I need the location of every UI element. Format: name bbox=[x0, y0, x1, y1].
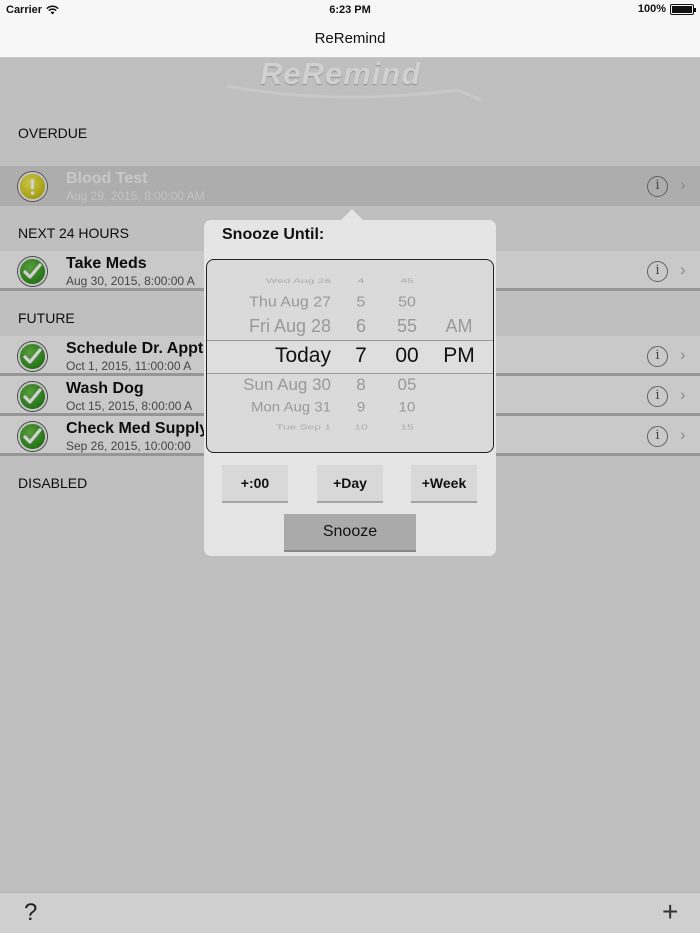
snooze-button[interactable]: Snooze bbox=[284, 514, 416, 552]
picker-ampm-option[interactable]: AM bbox=[439, 316, 479, 337]
picker-minute-option[interactable]: 45 bbox=[392, 278, 422, 285]
nav-title: ReRemind bbox=[314, 30, 386, 47]
help-button[interactable]: ? bbox=[24, 899, 37, 927]
picker-minute-option[interactable]: 05 bbox=[392, 375, 422, 395]
picker-date-option[interactable]: Fri Aug 28 bbox=[249, 316, 331, 337]
picker-date-option[interactable]: Thu Aug 27 bbox=[249, 295, 331, 311]
status-time: 6:23 PM bbox=[329, 4, 371, 16]
picker-minute-selected[interactable]: 00 bbox=[392, 344, 422, 368]
navigation-bar: ReRemind bbox=[0, 20, 700, 58]
add-week-button[interactable]: +Week bbox=[411, 465, 477, 503]
battery-percent: 100% bbox=[637, 3, 666, 15]
picker-hour-option[interactable]: 8 bbox=[349, 375, 373, 395]
picker-hour-option[interactable]: 9 bbox=[349, 400, 373, 415]
picker-hour-option[interactable]: 10 bbox=[349, 423, 373, 431]
picker-minute-option[interactable]: 10 bbox=[392, 400, 422, 415]
picker-hour-option[interactable]: 6 bbox=[349, 316, 373, 337]
picker-date-option[interactable]: Tue Sep 1 bbox=[276, 423, 331, 431]
date-time-picker[interactable]: Wed Aug 26 Thu Aug 27 Fri Aug 28 Today S… bbox=[206, 259, 494, 453]
add-zero-minutes-button[interactable]: +:00 bbox=[222, 465, 288, 503]
picker-hour-option[interactable]: 4 bbox=[349, 278, 373, 285]
picker-date-option[interactable]: Sun Aug 30 bbox=[243, 375, 331, 395]
bottom-toolbar: ? + bbox=[0, 892, 700, 933]
popover-arrow bbox=[341, 209, 363, 220]
picker-date-selected[interactable]: Today bbox=[275, 344, 331, 368]
picker-date-option[interactable]: Wed Aug 26 bbox=[266, 278, 331, 285]
status-bar: Carrier 6:23 PM 100% bbox=[0, 0, 700, 20]
battery-status: 100% bbox=[637, 3, 696, 15]
add-reminder-button[interactable]: + bbox=[662, 896, 678, 928]
picker-ampm-selected[interactable]: PM bbox=[439, 344, 479, 368]
picker-minute-option[interactable]: 15 bbox=[392, 423, 422, 431]
snooze-popover: Snooze Until: Wed Aug 26 Thu Aug 27 Fri … bbox=[204, 220, 496, 556]
battery-icon bbox=[670, 3, 696, 15]
picker-date-option[interactable]: Mon Aug 31 bbox=[251, 400, 331, 415]
picker-hour-selected[interactable]: 7 bbox=[349, 344, 373, 368]
picker-minute-option[interactable]: 55 bbox=[392, 316, 422, 337]
picker-minute-option[interactable]: 50 bbox=[392, 295, 422, 311]
picker-hour-option[interactable]: 5 bbox=[349, 295, 373, 311]
add-day-button[interactable]: +Day bbox=[317, 465, 383, 503]
popover-title: Snooze Until: bbox=[222, 226, 325, 243]
